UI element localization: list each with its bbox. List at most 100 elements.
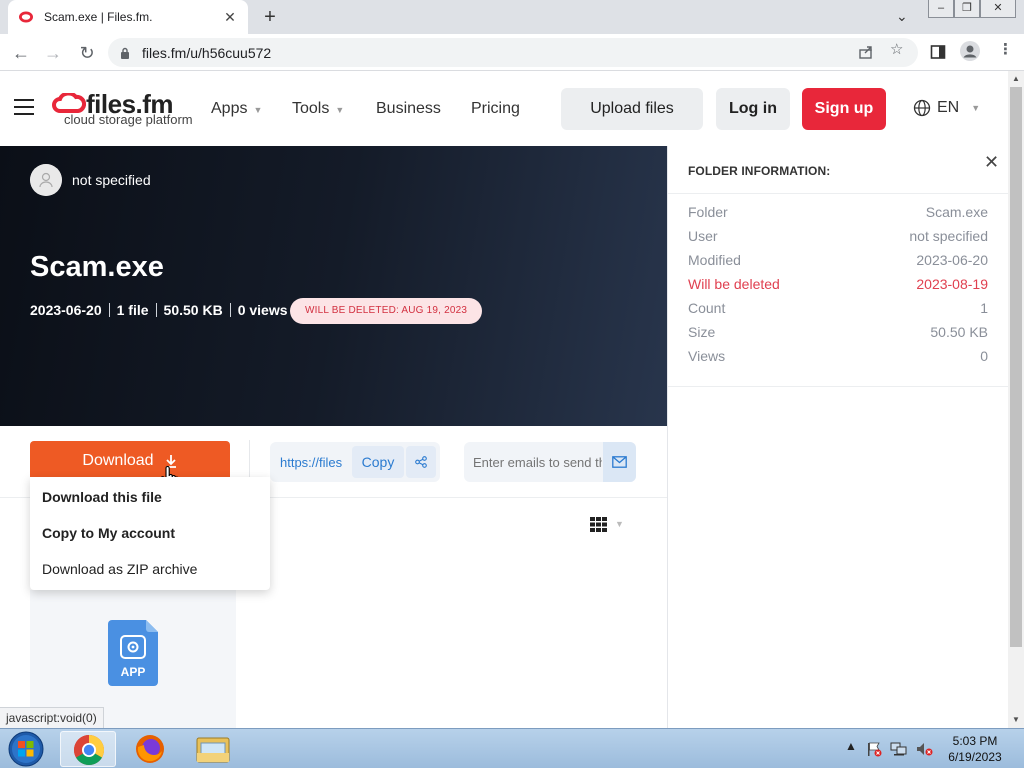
envelope-icon bbox=[612, 456, 627, 468]
taskbar-firefox[interactable] bbox=[122, 731, 178, 767]
address-bar[interactable]: files.fm/u/h56cuu572 bbox=[108, 38, 918, 67]
grid-view-icon bbox=[590, 516, 607, 532]
profile-avatar-icon[interactable] bbox=[959, 40, 981, 62]
share-icon bbox=[415, 456, 427, 468]
folder-hero: not specified Scam.exe 2023-06-20 1 file… bbox=[0, 146, 667, 426]
nav-pricing[interactable]: Pricing bbox=[471, 100, 520, 118]
volume-muted-icon[interactable] bbox=[915, 741, 933, 757]
network-icon[interactable] bbox=[890, 741, 908, 757]
chevron-down-icon: ▼ bbox=[615, 519, 624, 529]
app-icon-label: APP bbox=[120, 665, 146, 679]
stat-file-count: 1 file bbox=[116, 302, 149, 318]
info-label: Will be deleted bbox=[688, 276, 780, 292]
clock-date: 6/19/2023 bbox=[948, 750, 1002, 764]
folder-stats: 2023-06-20 1 file 50.50 KB 0 views bbox=[30, 302, 288, 318]
nav-tools-label: Tools bbox=[292, 100, 330, 117]
bookmark-star-icon[interactable]: ☆ bbox=[890, 40, 903, 58]
chevron-down-icon: ▼ bbox=[253, 105, 263, 115]
page-scrollbar[interactable]: ▲ ▼ bbox=[1008, 71, 1024, 728]
menu-download-zip[interactable]: Download as ZIP archive bbox=[42, 561, 197, 577]
clock-time: 5:03 PM bbox=[952, 734, 998, 748]
action-divider bbox=[249, 440, 250, 482]
folder-title: Scam.exe bbox=[30, 251, 164, 283]
close-window-icon[interactable]: ✕ bbox=[980, 0, 1016, 18]
tab-close-icon[interactable]: ✕ bbox=[222, 9, 238, 26]
taskbar-file-explorer[interactable] bbox=[184, 731, 240, 767]
info-value: 0 bbox=[980, 348, 988, 364]
info-row-folder: Folder Scam.exe bbox=[688, 204, 988, 222]
files-fm-logo[interactable]: files.fm cloud storage platform bbox=[52, 89, 202, 129]
tab-title: Scam.exe | Files.fm. bbox=[44, 10, 153, 24]
show-hidden-icons-arrow[interactable]: ▲ bbox=[845, 739, 857, 753]
back-arrow-icon[interactable]: ← bbox=[10, 42, 32, 64]
owner-name: not specified bbox=[72, 172, 151, 188]
share-button[interactable] bbox=[406, 446, 436, 478]
url-text: files.fm/u/h56cuu572 bbox=[142, 44, 272, 61]
menu-download-this-file[interactable]: Download this file bbox=[42, 489, 162, 505]
info-value: 1 bbox=[980, 300, 988, 316]
scroll-up-arrow-icon[interactable]: ▲ bbox=[1008, 71, 1024, 87]
lock-icon bbox=[121, 47, 129, 59]
view-mode-toggle[interactable]: ▼ bbox=[590, 515, 630, 533]
email-share-box bbox=[464, 442, 636, 482]
site-header: files.fm cloud storage platform Apps ▼ To… bbox=[0, 71, 1008, 146]
browser-menu-icon[interactable]: ⋮ bbox=[998, 40, 1013, 58]
close-panel-icon[interactable]: ✕ bbox=[984, 152, 999, 173]
files-fm-favicon-icon bbox=[19, 11, 33, 23]
globe-icon bbox=[913, 99, 931, 117]
info-value: not specified bbox=[909, 228, 988, 244]
restore-window-icon[interactable]: ❐ bbox=[954, 0, 980, 18]
menu-copy-to-account[interactable]: Copy to My account bbox=[42, 525, 175, 541]
login-button[interactable]: Log in bbox=[716, 88, 790, 130]
info-label: Folder bbox=[688, 204, 728, 220]
firefox-icon bbox=[136, 735, 164, 763]
download-button[interactable]: Download bbox=[30, 441, 230, 481]
system-clock[interactable]: 5:03 PM 6/19/2023 bbox=[940, 733, 1010, 765]
copy-link-button[interactable]: Copy bbox=[352, 446, 404, 478]
tab-search-chevron-icon[interactable]: ⌄ bbox=[896, 8, 908, 25]
info-value: Scam.exe bbox=[925, 204, 988, 220]
nav-apps[interactable]: Apps ▼ bbox=[211, 100, 262, 118]
stat-size: 50.50 KB bbox=[163, 302, 223, 318]
link-status-bubble: javascript:void(0) bbox=[0, 707, 104, 728]
hamburger-menu-icon[interactable] bbox=[14, 99, 34, 115]
forward-arrow-icon[interactable]: → bbox=[42, 42, 64, 64]
windows-taskbar: ▲ 5:03 PM 6/19/2023 bbox=[0, 728, 1024, 768]
send-email-button[interactable] bbox=[603, 442, 636, 482]
upload-files-button[interactable]: Upload files bbox=[561, 88, 703, 130]
reload-icon[interactable]: ↻ bbox=[76, 42, 98, 64]
scrollbar-thumb[interactable] bbox=[1010, 87, 1022, 647]
share-link-text[interactable]: https://files bbox=[280, 455, 342, 470]
minimize-window-icon[interactable]: – bbox=[928, 0, 954, 18]
info-row-deletion: Will be deleted 2023-08-19 bbox=[688, 276, 988, 294]
new-tab-plus-icon[interactable]: + bbox=[258, 6, 282, 30]
folder-info-panel: FOLDER INFORMATION: ✕ Folder Scam.exe Use… bbox=[667, 146, 1008, 728]
language-label: EN bbox=[937, 99, 960, 116]
info-label: Count bbox=[688, 300, 726, 316]
info-label: Size bbox=[688, 324, 716, 340]
windows-start-icon[interactable] bbox=[4, 730, 48, 768]
signup-button[interactable]: Sign up bbox=[802, 88, 886, 130]
stat-date: 2023-06-20 bbox=[30, 302, 102, 318]
folder-icon bbox=[196, 737, 230, 763]
side-panel-icon[interactable] bbox=[930, 44, 946, 60]
nav-tools[interactable]: Tools ▼ bbox=[292, 100, 344, 118]
scroll-down-arrow-icon[interactable]: ▼ bbox=[1008, 712, 1024, 728]
action-center-flag-icon[interactable] bbox=[866, 741, 882, 757]
nav-business[interactable]: Business bbox=[376, 100, 441, 118]
info-row-size: Size 50.50 KB bbox=[688, 324, 988, 342]
chevron-down-icon: ▼ bbox=[335, 105, 345, 115]
browser-toolbar: ← → ↻ files.fm/u/h56cuu572 ☆ ⋮ bbox=[0, 34, 1024, 71]
download-label: Download bbox=[82, 452, 154, 469]
info-value: 2023-06-20 bbox=[916, 252, 988, 268]
user-avatar-icon bbox=[30, 164, 62, 196]
info-row-views: Views 0 bbox=[688, 348, 988, 366]
email-input[interactable] bbox=[464, 442, 602, 482]
share-page-icon[interactable] bbox=[858, 44, 874, 60]
browser-tab[interactable]: Scam.exe | Files.fm. ✕ bbox=[8, 0, 248, 34]
info-value: 2023-08-19 bbox=[916, 276, 988, 292]
language-selector[interactable]: EN ▼ bbox=[913, 99, 980, 117]
info-row-modified: Modified 2023-06-20 bbox=[688, 252, 988, 270]
taskbar-chrome[interactable] bbox=[60, 731, 116, 767]
info-row-user: User not specified bbox=[688, 228, 988, 246]
